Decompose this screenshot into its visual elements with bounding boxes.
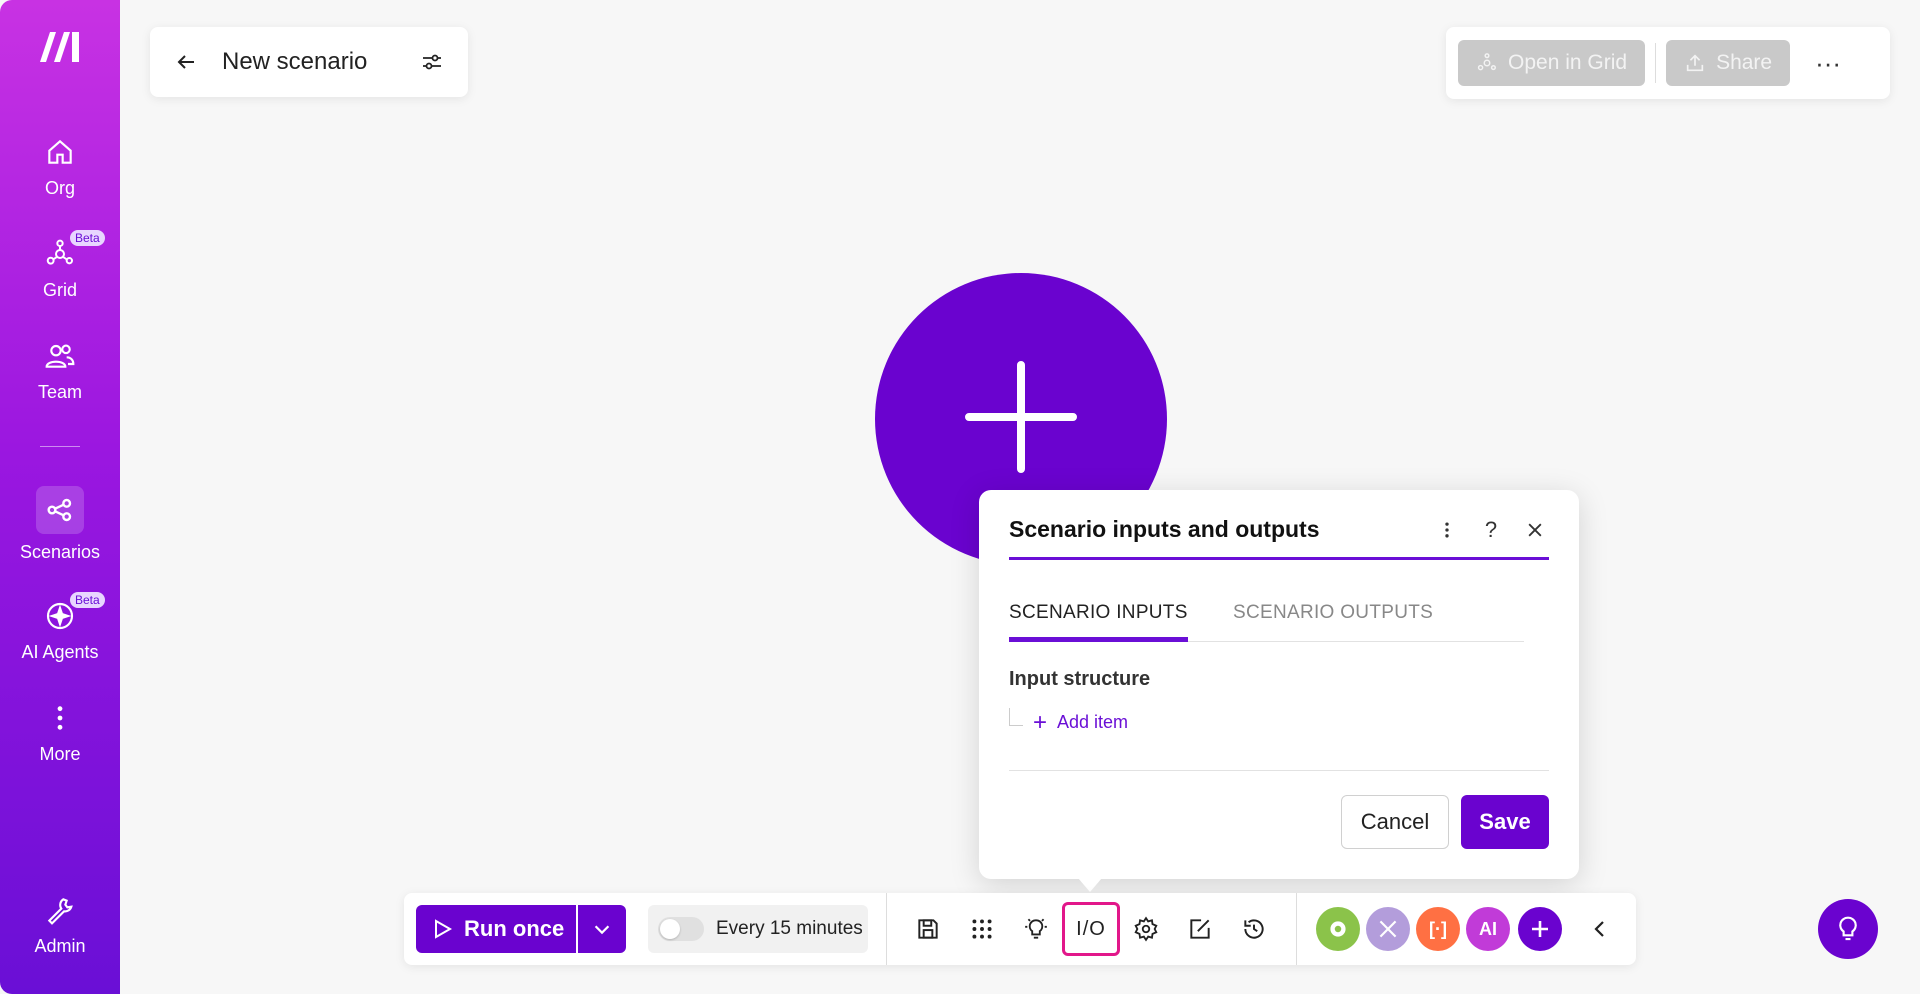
input-structure-heading: Input structure	[1009, 668, 1151, 690]
scenario-title-bar: New scenario	[150, 27, 468, 97]
sidebar-item-label: Admin	[34, 936, 86, 956]
tips-button[interactable]	[1818, 899, 1878, 959]
history-icon[interactable]	[1232, 907, 1276, 951]
schedule-label[interactable]: Every 15 minutes	[716, 918, 863, 940]
divider	[1296, 893, 1297, 965]
tab-scenario-outputs[interactable]: SCENARIO OUTPUTS	[1233, 602, 1433, 642]
ai-app-icon[interactable]: AI	[1466, 907, 1510, 951]
sidebar-item-label: Grid	[42, 280, 77, 300]
grid-nodes-icon	[1477, 53, 1496, 71]
dialog-header: Scenario inputs and outputs ?	[1009, 516, 1549, 560]
run-options-button[interactable]	[578, 905, 626, 953]
gear-app-icon[interactable]	[1316, 907, 1360, 951]
vertical-dots-icon	[42, 700, 78, 736]
io-button[interactable]: I/O	[1062, 902, 1120, 956]
save-icon[interactable]	[906, 907, 950, 951]
add-item-label: Add item	[1057, 712, 1129, 732]
sidebar-divider	[40, 446, 80, 447]
sidebar-item-label: Team	[37, 382, 82, 402]
schedule-toggle[interactable]	[658, 917, 704, 941]
run-once-label: Run once	[464, 916, 565, 941]
dialog-pointer	[1078, 878, 1102, 892]
open-in-grid-button[interactable]: Open in Grid	[1458, 40, 1646, 86]
sidebar-item-grid[interactable]: Beta Grid	[0, 230, 120, 301]
run-once-button[interactable]: Run once	[416, 905, 576, 953]
divider	[1009, 770, 1549, 771]
team-icon	[42, 338, 78, 374]
collapse-toolbar-button[interactable]	[1578, 907, 1622, 951]
sidebar-item-label: Org	[44, 178, 75, 198]
lightbulb-icon	[1839, 916, 1857, 941]
bottom-toolbar: Run once Every 15 minutes I/O [·] AI	[404, 893, 1636, 965]
sparkle-agent-icon: Beta	[42, 592, 105, 634]
scenario-title[interactable]: New scenario	[222, 48, 420, 76]
beta-badge: Beta	[70, 230, 105, 246]
save-button[interactable]: Save	[1461, 795, 1549, 849]
divider	[886, 893, 887, 965]
notes-edit-icon[interactable]	[1178, 907, 1222, 951]
share-button[interactable]: Share	[1666, 40, 1791, 86]
sidebar-item-label: AI Agents	[21, 642, 99, 662]
sidebar-item-label: Scenarios	[19, 542, 101, 562]
schedule-control: Every 15 minutes	[648, 905, 868, 953]
kebab-menu-icon[interactable]	[1433, 516, 1461, 544]
share-nodes-icon	[36, 486, 84, 534]
chevron-down-icon	[594, 925, 610, 935]
divider	[1655, 43, 1657, 83]
sidebar-item-team[interactable]: Team	[0, 338, 120, 403]
help-icon[interactable]: ?	[1477, 516, 1505, 544]
tools-app-icon[interactable]	[1366, 907, 1410, 951]
make-logo-icon[interactable]	[36, 28, 84, 64]
open-in-grid-label: Open in Grid	[1508, 51, 1628, 74]
dialog-title: Scenario inputs and outputs	[1009, 516, 1320, 542]
home-icon	[42, 134, 78, 170]
sidebar-item-org[interactable]: Org	[0, 134, 120, 199]
close-icon[interactable]	[1521, 516, 1549, 544]
sidebar-item-admin[interactable]: Admin	[0, 892, 120, 957]
tab-scenario-inputs[interactable]: SCENARIO INPUTS	[1009, 602, 1188, 642]
add-app-button[interactable]	[1518, 907, 1562, 951]
grid-nodes-icon: Beta	[42, 230, 105, 272]
sliders-icon[interactable]	[420, 50, 444, 74]
tree-connector	[1009, 708, 1023, 726]
lightbulb-icon[interactable]	[1014, 907, 1058, 951]
share-icon	[1686, 54, 1704, 72]
sidebar-item-label: More	[39, 744, 81, 764]
add-item-button[interactable]: + Add item	[1033, 708, 1129, 736]
sidebar-item-more[interactable]: More	[0, 700, 120, 765]
header-actions: Open in Grid Share ···	[1446, 27, 1890, 99]
align-dots-icon[interactable]	[960, 907, 1004, 951]
gear-icon[interactable]	[1124, 907, 1168, 951]
plus-icon	[1532, 921, 1548, 937]
share-label: Share	[1716, 51, 1773, 74]
sidebar-item-scenarios[interactable]: Scenarios	[0, 486, 120, 563]
text-parser-app-icon[interactable]: [·]	[1416, 907, 1460, 951]
beta-badge: Beta	[70, 592, 105, 608]
chevron-left-icon	[1594, 921, 1604, 937]
plus-icon	[965, 361, 1077, 473]
scenario-io-dialog: Scenario inputs and outputs ? SCENARIO I…	[979, 490, 1579, 879]
more-options-button[interactable]: ···	[1808, 43, 1848, 83]
cancel-button[interactable]: Cancel	[1341, 795, 1449, 849]
plus-icon: +	[1033, 708, 1048, 736]
wrench-icon	[42, 892, 78, 928]
play-icon	[435, 919, 453, 939]
sidebar-item-ai-agents[interactable]: Beta AI Agents	[0, 592, 120, 663]
sidebar: Org Beta Grid Team Scenarios Beta AI Age…	[0, 0, 120, 994]
back-arrow-icon[interactable]	[174, 50, 198, 74]
io-tabs: SCENARIO INPUTS SCENARIO OUTPUTS	[1009, 602, 1524, 642]
